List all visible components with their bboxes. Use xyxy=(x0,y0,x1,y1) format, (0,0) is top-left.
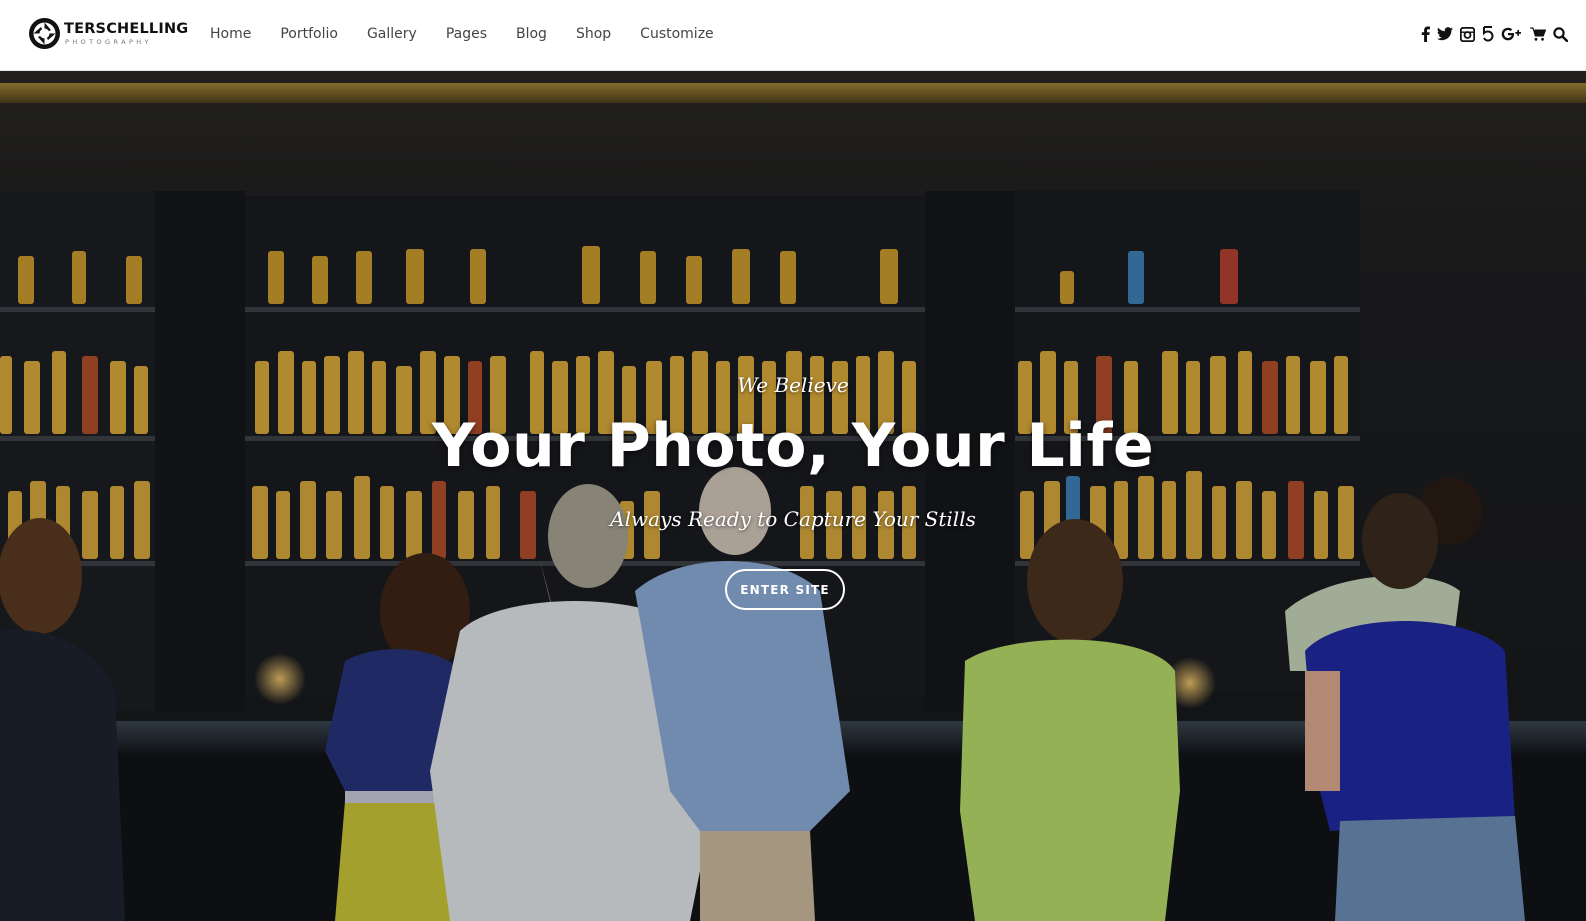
nav-item-gallery[interactable]: Gallery xyxy=(367,24,417,44)
enter-site-button[interactable]: ENTER SITE xyxy=(725,569,845,610)
hero-eyebrow: We Believe xyxy=(737,373,849,397)
hero-tagline: Always Ready to Capture Your Stills xyxy=(610,507,976,531)
hero-headline: Your Photo, Your Life xyxy=(431,411,1155,481)
aperture-icon xyxy=(29,18,60,49)
hero-section: We Believe Your Photo, Your Life Always … xyxy=(0,71,1586,921)
instagram-icon[interactable] xyxy=(1460,24,1475,44)
google-plus-icon[interactable] xyxy=(1501,24,1523,44)
hero-content: We Believe Your Photo, Your Life Always … xyxy=(0,71,1586,921)
nav-item-blog[interactable]: Blog xyxy=(516,24,547,44)
cart-icon[interactable] xyxy=(1530,24,1546,44)
brand-name: TERSCHELLING xyxy=(64,20,189,37)
nav-item-home[interactable]: Home xyxy=(210,24,251,44)
site-logo[interactable]: TERSCHELLING PHOTOGRAPHY xyxy=(29,18,188,49)
main-nav: Home Portfolio Gallery Pages Blog Shop C… xyxy=(210,24,743,44)
facebook-icon[interactable] xyxy=(1421,24,1430,44)
nav-item-portfolio[interactable]: Portfolio xyxy=(280,24,338,44)
nav-item-customize[interactable]: Customize xyxy=(640,24,714,44)
site-header: TERSCHELLING PHOTOGRAPHY Home Portfolio … xyxy=(0,0,1586,71)
500px-icon[interactable] xyxy=(1482,24,1494,44)
search-icon[interactable] xyxy=(1553,24,1568,44)
brand-subtitle: PHOTOGRAPHY xyxy=(65,38,152,46)
nav-item-shop[interactable]: Shop xyxy=(576,24,611,44)
social-icons xyxy=(1414,24,1568,44)
twitter-icon[interactable] xyxy=(1437,24,1453,44)
nav-item-pages[interactable]: Pages xyxy=(446,24,487,44)
